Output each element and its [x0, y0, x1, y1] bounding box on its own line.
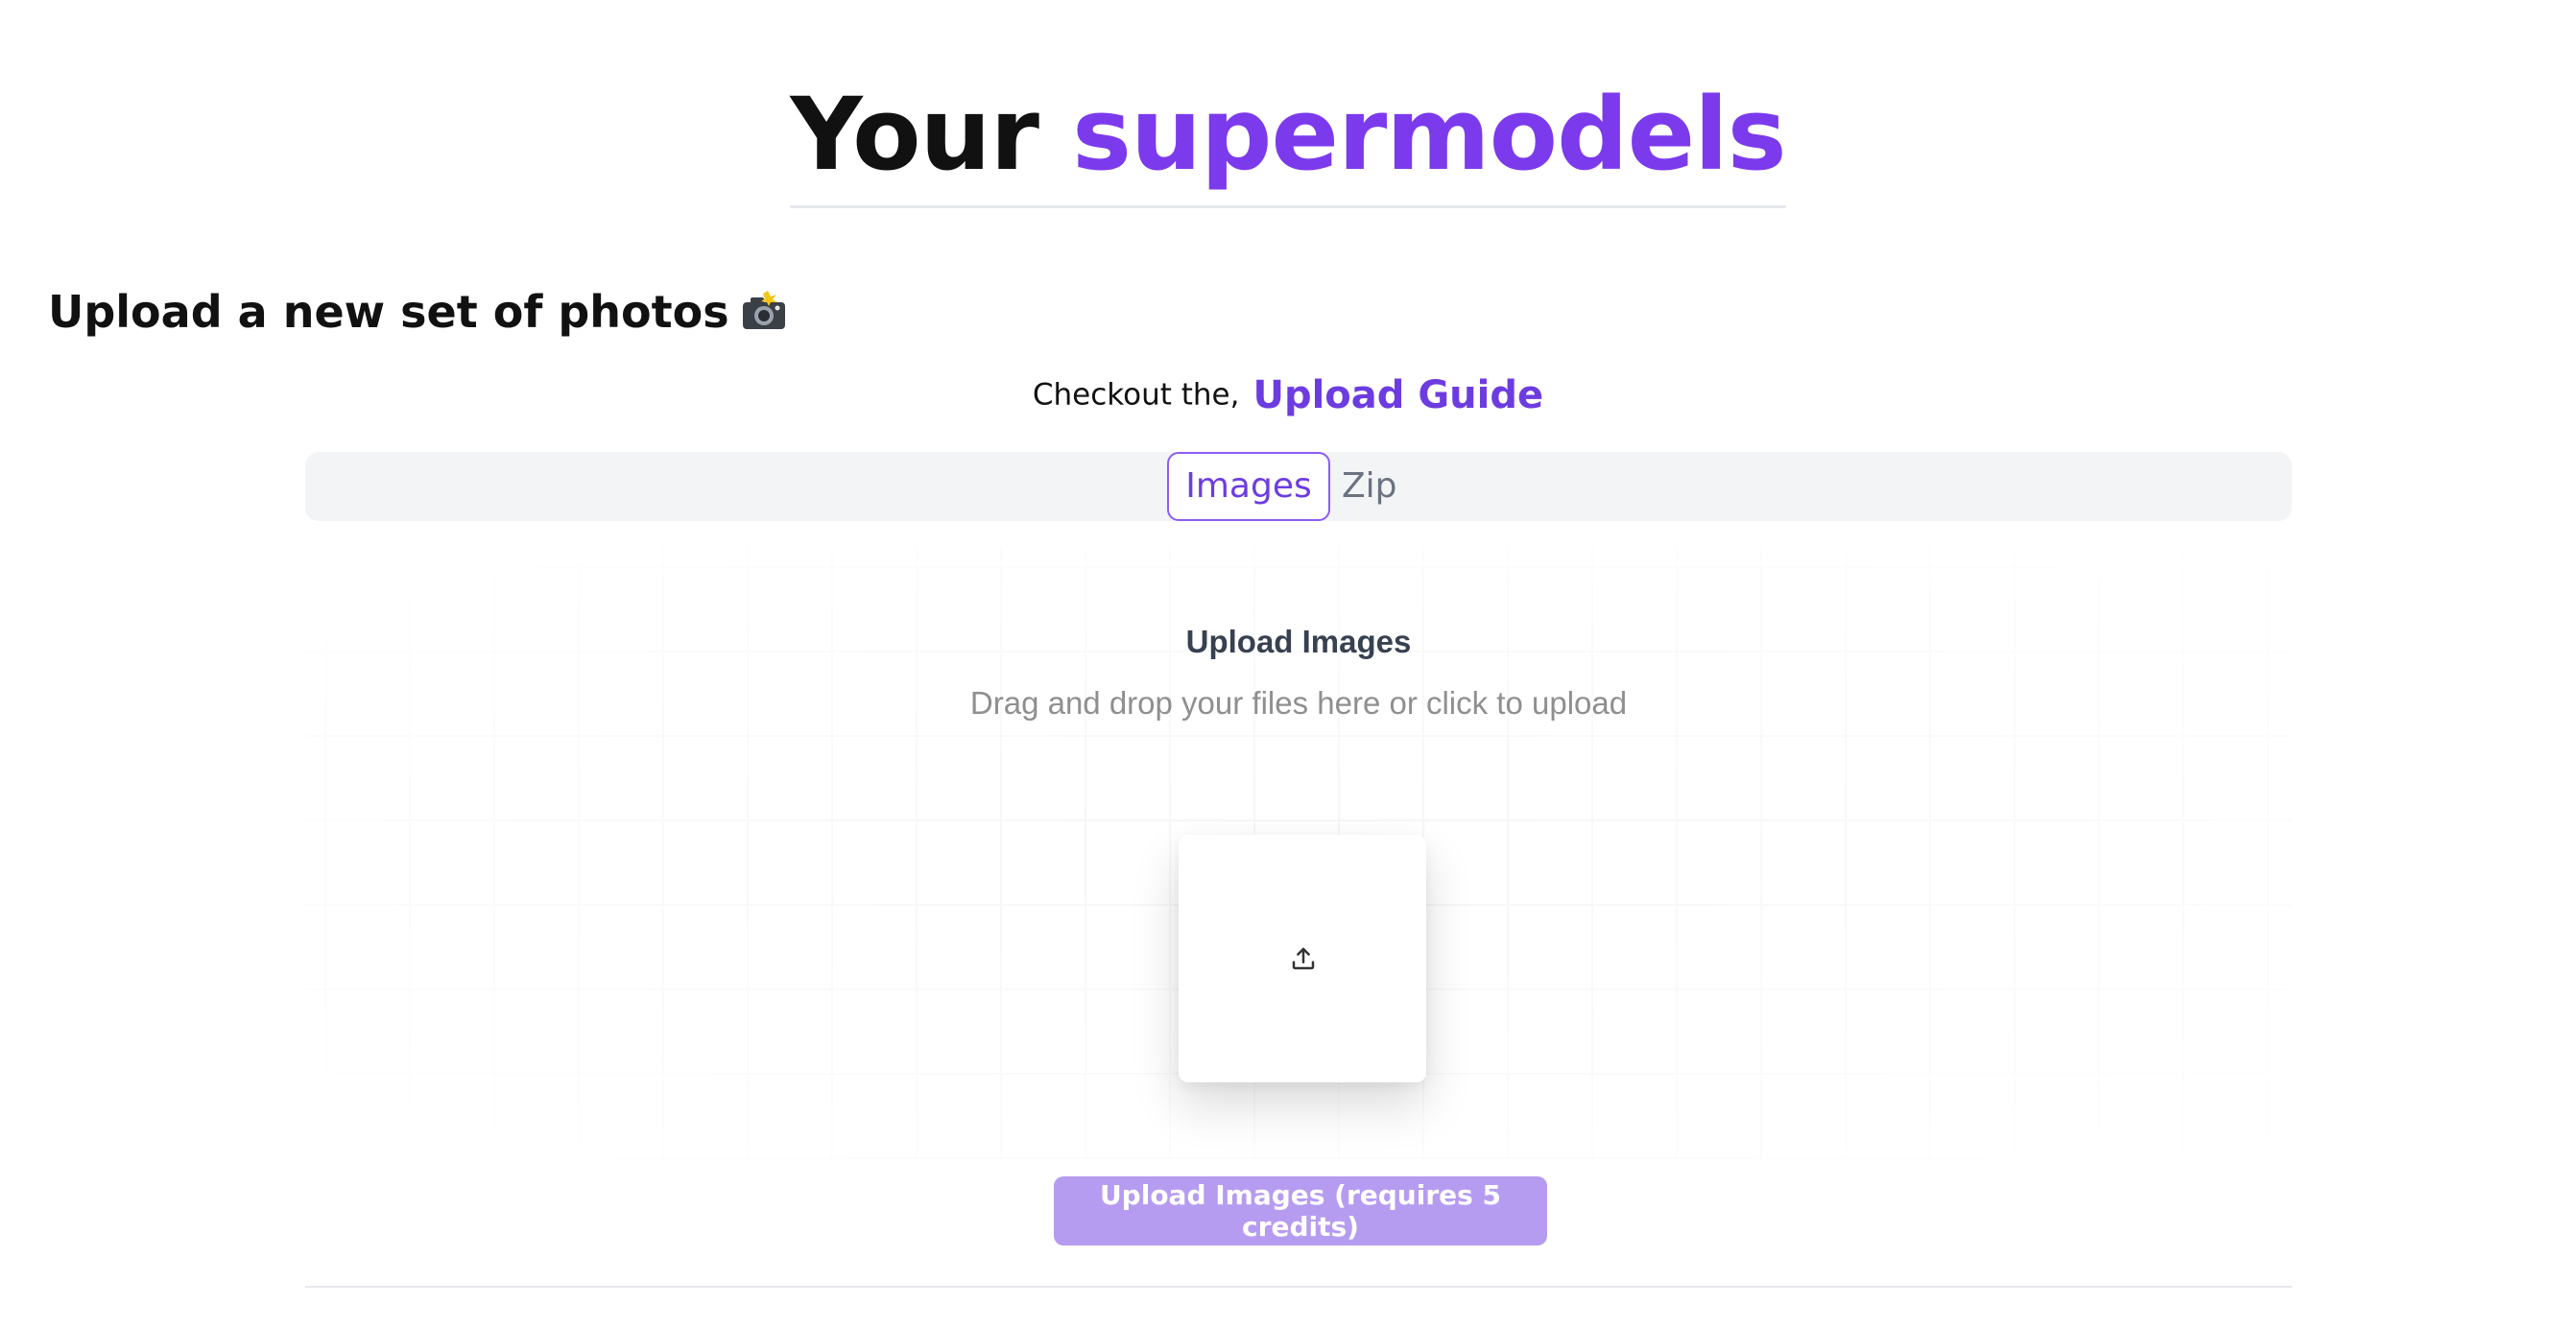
- page-title-accent: supermodels: [1072, 76, 1787, 193]
- dropzone-title: Upload Images: [1185, 624, 1412, 659]
- tab-zip[interactable]: Zip: [1342, 452, 1438, 521]
- page-title-wrap: Your supermodels: [0, 84, 2576, 208]
- dropzone-upload-target[interactable]: [1179, 835, 1426, 1082]
- divider: [305, 1286, 2292, 1288]
- upload-guide-line: Checkout the, Upload Guide: [0, 376, 2576, 415]
- upload-page: Your supermodels Upload a new set of pho…: [0, 0, 2576, 1328]
- upload-guide-link[interactable]: Upload Guide: [1252, 373, 1543, 417]
- upload-guide-prefix: Checkout the,: [1032, 377, 1240, 413]
- dropzone-subtitle: Drag and drop your files here or click t…: [969, 685, 1628, 721]
- upload-section-heading: Upload a new set of photos: [48, 290, 787, 334]
- tab-images[interactable]: Images: [1167, 452, 1330, 521]
- page-title: Your supermodels: [790, 84, 1787, 208]
- upload-images-button[interactable]: Upload Images (requires 5 credits): [1054, 1176, 1547, 1245]
- camera-with-flash-icon: [741, 291, 787, 329]
- image-dropzone[interactable]: Upload Images Drag and drop your files h…: [305, 547, 2292, 1161]
- upload-section-heading-text: Upload a new set of photos: [48, 286, 729, 338]
- page-title-prefix: Your: [790, 76, 1039, 193]
- upload-type-tabs: Images Zip: [305, 452, 2292, 521]
- upload-icon: [1289, 944, 1318, 973]
